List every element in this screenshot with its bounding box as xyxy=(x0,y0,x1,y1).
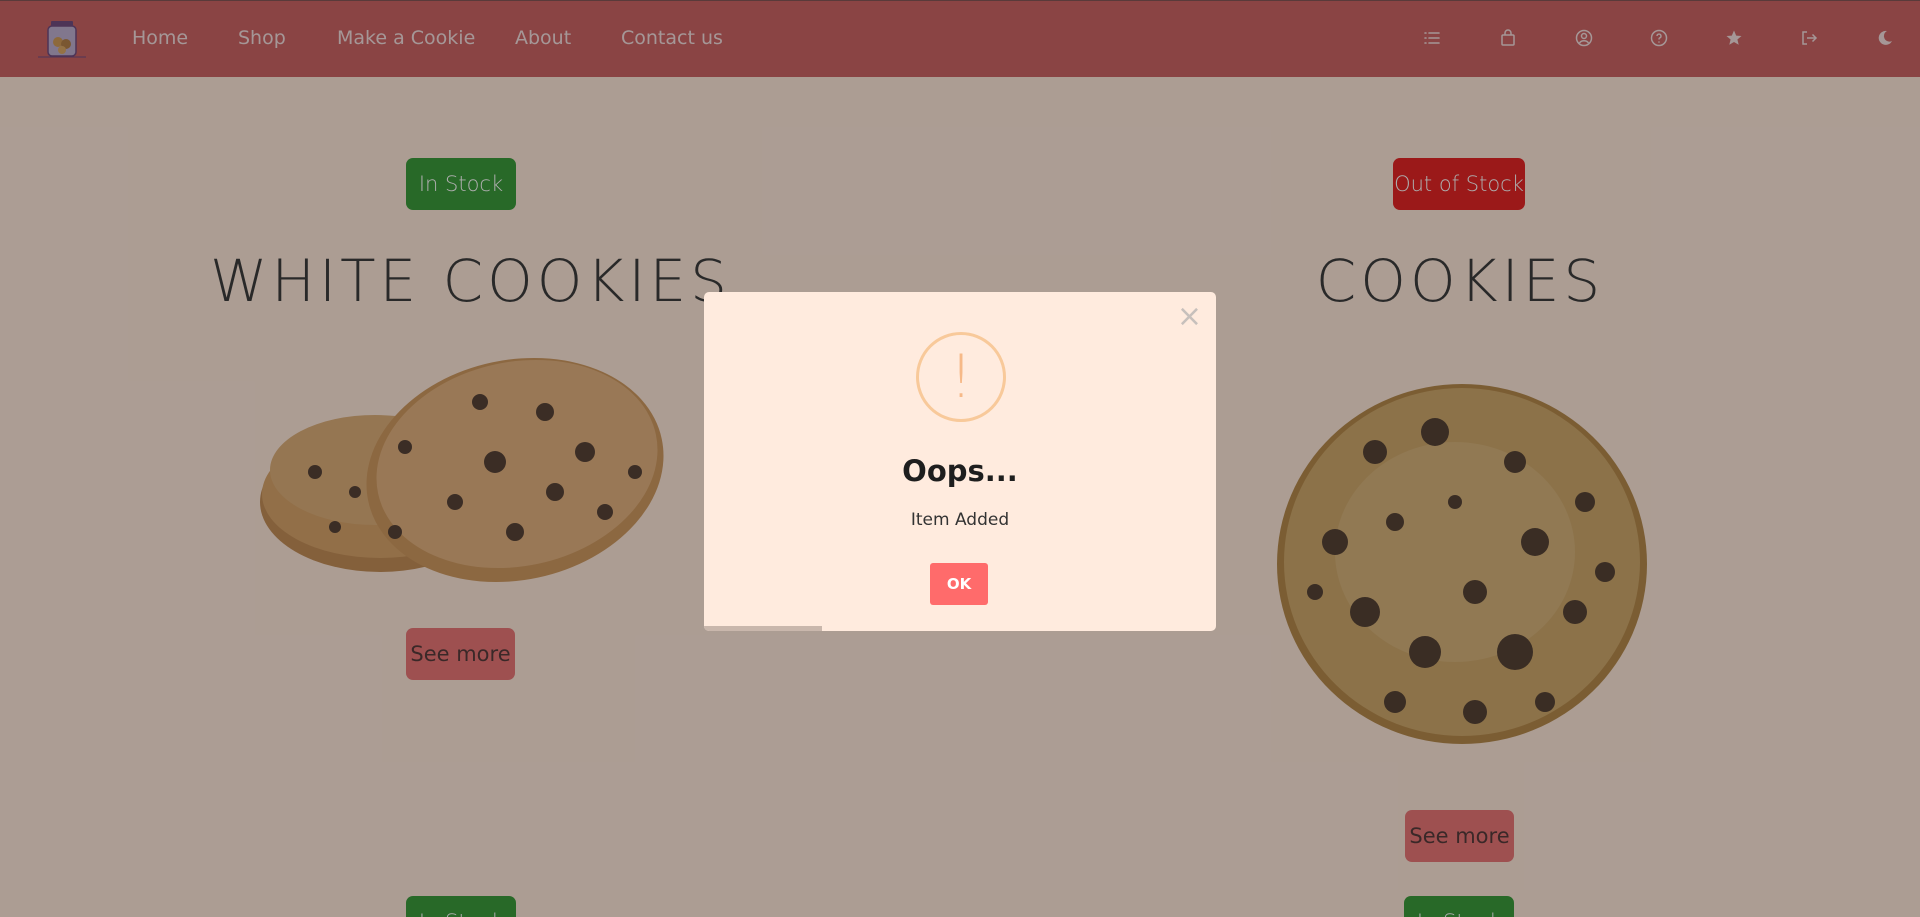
ok-button[interactable]: OK xyxy=(930,563,988,605)
close-icon[interactable]: × xyxy=(1177,302,1202,332)
warning-icon: ! xyxy=(916,332,1006,422)
modal-title: Oops... xyxy=(902,454,1018,488)
modal-message: Item Added xyxy=(910,510,1010,530)
timer-progress-fill xyxy=(704,626,822,631)
alert-modal: × ! Oops... Item Added OK xyxy=(704,292,1216,631)
timer-progress-bar xyxy=(704,626,1216,631)
